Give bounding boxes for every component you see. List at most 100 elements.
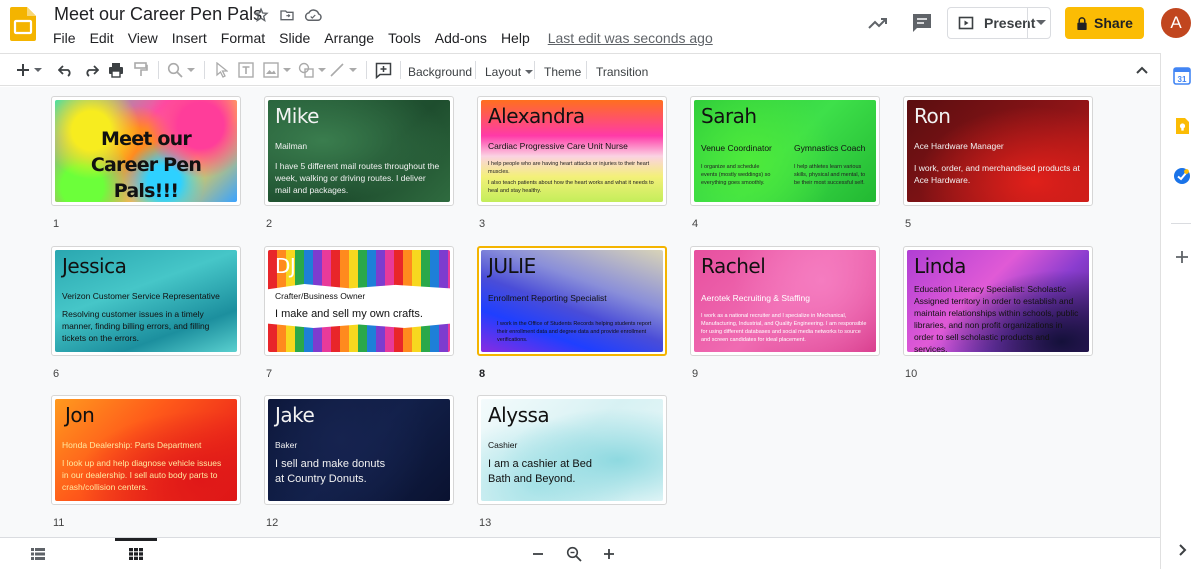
- move-folder-icon[interactable]: [278, 6, 296, 24]
- slide-thumbnail-selected[interactable]: JULIE Enrollment Reporting Specialist I …: [477, 246, 667, 356]
- cloud-status-icon[interactable]: [304, 6, 322, 24]
- slide-number: 9: [692, 368, 699, 380]
- text-box-icon[interactable]: [236, 60, 256, 80]
- theme-button[interactable]: Theme: [544, 62, 581, 82]
- app-header: Meet our Career Pen Pals File Edit View …: [0, 0, 1200, 52]
- slide-description: Assigned territory in order to establish…: [914, 296, 1079, 352]
- slide-description: I have 5 different mail routes throughou…: [275, 161, 440, 195]
- grid-view-icon[interactable]: [126, 545, 146, 563]
- slide-role: Honda Dealership: Parts Department: [62, 440, 202, 450]
- slide-thumbnail[interactable]: Sarah Venue Coordinator Gymnastics Coach…: [690, 96, 880, 206]
- slide-role: Ace Hardware Manager: [914, 141, 1004, 151]
- slide-name: Rachel: [701, 254, 766, 278]
- chevron-down-icon[interactable]: [187, 68, 195, 72]
- slide-name: JULIE: [488, 254, 536, 278]
- present-dropdown-chevron-icon[interactable]: [1036, 20, 1046, 25]
- slide-thumbnail[interactable]: Jon Honda Dealership: Parts Department I…: [51, 395, 241, 505]
- star-icon[interactable]: [252, 6, 270, 24]
- filmstrip-view-icon[interactable]: [28, 545, 48, 563]
- keep-icon[interactable]: [1173, 117, 1191, 135]
- slide-thumbnail[interactable]: Jake Baker I sell and make donuts at Cou…: [264, 395, 454, 505]
- menu-insert[interactable]: Insert: [165, 29, 214, 47]
- slide-number: 6: [53, 368, 60, 380]
- add-addon-icon[interactable]: [1173, 248, 1191, 266]
- menu-tools[interactable]: Tools: [381, 29, 428, 47]
- transition-button[interactable]: Transition: [596, 62, 648, 82]
- paint-format-icon[interactable]: [131, 60, 151, 80]
- zoom-icon[interactable]: [165, 60, 197, 80]
- slide-thumbnail[interactable]: Meet our Career Pen Pals!!!: [51, 96, 241, 206]
- slide-name: DJ: [275, 254, 296, 278]
- slide-name: Alyssa: [488, 403, 550, 427]
- expand-panel-chevron-icon[interactable]: [1173, 541, 1191, 559]
- redo-icon[interactable]: [81, 60, 101, 80]
- slide-description: I help people who are having heart attac…: [488, 161, 650, 175]
- slide-thumbnail[interactable]: Alexandra Cardiac Progressive Care Unit …: [477, 96, 667, 206]
- share-label: Share: [1094, 15, 1133, 31]
- chevron-down-icon[interactable]: [318, 68, 326, 72]
- last-edit-link[interactable]: Last edit was seconds ago: [541, 29, 720, 47]
- slide-number: 5: [905, 218, 912, 230]
- undo-icon[interactable]: [56, 60, 76, 80]
- slide-description: I make and sell my own crafts.: [275, 308, 423, 320]
- collapse-toolbar-icon[interactable]: [1132, 60, 1152, 80]
- layout-button[interactable]: Layout: [485, 62, 534, 82]
- chevron-down-icon[interactable]: [34, 68, 42, 72]
- lock-icon: [1077, 16, 1087, 30]
- slide-thumbnail[interactable]: DJ Crafter/Business Owner I make and sel…: [264, 246, 454, 356]
- slide-thumbnail[interactable]: Rachel Aerotek Recruiting & Staffing I w…: [690, 246, 880, 356]
- slide-thumbnail[interactable]: Linda Education Literacy Specialist: Sch…: [903, 246, 1093, 356]
- menu-format[interactable]: Format: [214, 29, 272, 47]
- calendar-icon[interactable]: 31: [1173, 67, 1191, 85]
- menu-addons[interactable]: Add-ons: [428, 29, 494, 47]
- add-comment-icon[interactable]: [373, 60, 393, 80]
- slides-logo-icon[interactable]: [10, 7, 36, 41]
- slide-role: Crafter/Business Owner: [275, 291, 366, 301]
- activity-dashboard-icon[interactable]: [866, 11, 890, 35]
- background-button[interactable]: Background: [408, 62, 472, 82]
- menu-file[interactable]: File: [46, 29, 83, 47]
- insert-image-icon[interactable]: [262, 60, 292, 80]
- slide-description: I sell and make donuts at Country Donuts…: [275, 458, 386, 485]
- shape-icon[interactable]: [298, 60, 326, 80]
- zoom-out-icon[interactable]: [528, 545, 548, 563]
- new-slide-button[interactable]: [12, 60, 46, 80]
- slide-name: Alexandra: [488, 104, 585, 128]
- chevron-down-icon[interactable]: [349, 68, 357, 72]
- slide-number: 3: [479, 218, 486, 230]
- slide-role: Education Literacy Specialist: Scholasti…: [914, 284, 1067, 294]
- line-icon[interactable]: [326, 60, 360, 80]
- plus-icon: [17, 64, 29, 76]
- slide-role: Venue Coordinator: [701, 143, 772, 153]
- present-button[interactable]: Present: [947, 7, 1051, 39]
- comment-history-icon[interactable]: [910, 11, 934, 35]
- slide-number: 10: [905, 368, 918, 380]
- active-view-indicator: [115, 538, 157, 541]
- slide-thumbnail[interactable]: Ron Ace Hardware Manager I work, order, …: [903, 96, 1093, 206]
- menu-help[interactable]: Help: [494, 29, 537, 47]
- zoom-in-icon[interactable]: [599, 545, 619, 563]
- layout-label: Layout: [485, 65, 522, 79]
- slide-name: Jon: [65, 403, 95, 427]
- print-icon[interactable]: [106, 60, 126, 80]
- slide-number: 7: [266, 368, 273, 380]
- menu-arrange[interactable]: Arrange: [317, 29, 381, 47]
- document-title[interactable]: Meet our Career Pen Pals: [54, 4, 262, 25]
- tasks-icon[interactable]: [1173, 167, 1191, 185]
- slide-thumbnail[interactable]: Jessica Verizon Customer Service Represe…: [51, 246, 241, 356]
- slide-description-2: I help athletes learn various skills, ph…: [794, 164, 866, 186]
- chevron-down-icon[interactable]: [283, 68, 291, 72]
- slide-thumbnail[interactable]: Alyssa Cashier I am a cashier at Bed Bat…: [477, 395, 667, 505]
- share-button[interactable]: Share: [1065, 7, 1144, 39]
- slide-name: Jessica: [62, 254, 127, 278]
- slide-name: Jake: [275, 403, 315, 427]
- menu-slide[interactable]: Slide: [272, 29, 317, 47]
- slide-role: Cardiac Progressive Care Unit Nurse: [488, 141, 628, 151]
- account-avatar[interactable]: A: [1161, 8, 1191, 38]
- select-cursor-icon[interactable]: [212, 60, 232, 80]
- menu-view[interactable]: View: [121, 29, 165, 47]
- zoom-magnifier-icon[interactable]: [563, 545, 585, 563]
- menu-edit[interactable]: Edit: [83, 29, 121, 47]
- slide-number: 12: [266, 517, 279, 529]
- slide-thumbnail[interactable]: Mike Mailman I have 5 different mail rou…: [264, 96, 454, 206]
